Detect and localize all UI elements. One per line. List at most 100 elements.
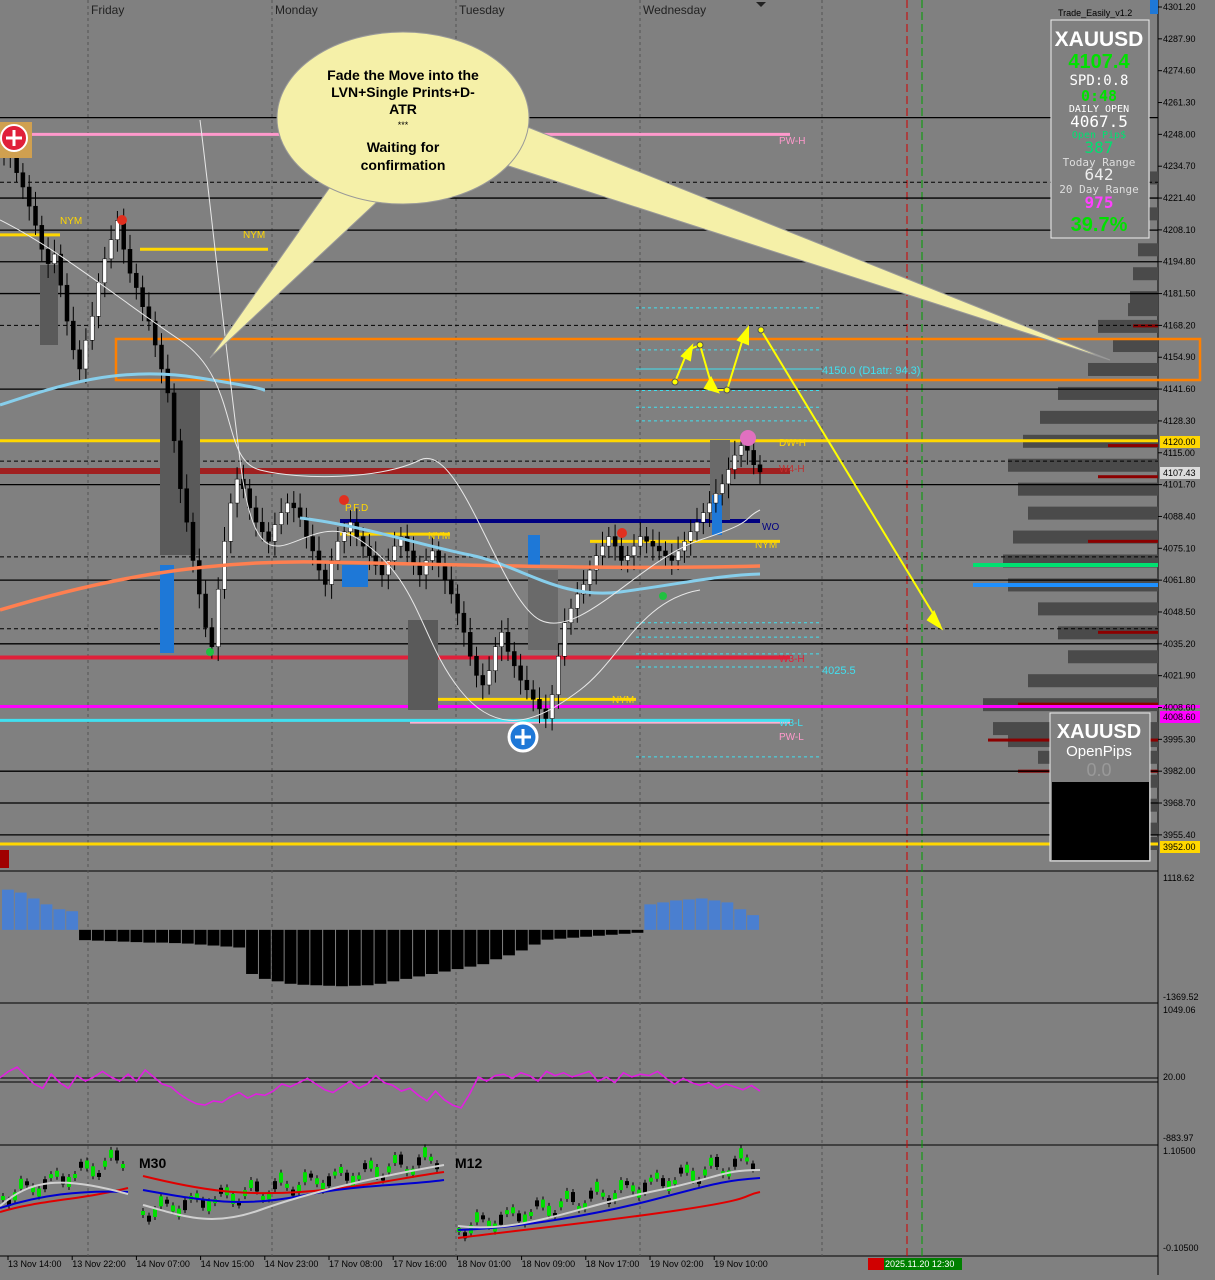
candle-body xyxy=(291,502,297,509)
candle-body xyxy=(89,316,95,341)
mtf-candle xyxy=(399,1154,403,1165)
info-panel[interactable]: Trade_Easily_v1.2 XAUUSD 4107.4 SPD:0.8 … xyxy=(1050,8,1150,239)
profile-bar xyxy=(1113,339,1158,353)
histogram-bar xyxy=(438,929,451,972)
histogram-bar xyxy=(220,929,233,947)
label-pwl: PW-L xyxy=(779,732,804,743)
histogram-bar xyxy=(464,929,477,967)
histogram-bar xyxy=(53,909,66,930)
candle-body xyxy=(461,612,467,633)
histogram-bar xyxy=(400,929,413,979)
mtf-panel xyxy=(0,1146,1158,1256)
mtf-candle xyxy=(601,1192,605,1197)
mtf-candle xyxy=(529,1212,533,1217)
candle-body xyxy=(442,565,448,580)
day-label-wednesday: Wednesday xyxy=(643,3,706,17)
footer-stamp: 2025.11.20 12:30 xyxy=(868,1258,962,1270)
candle-body xyxy=(726,469,731,485)
badge-4008: 4008.60 xyxy=(1163,712,1196,722)
candle-body xyxy=(45,249,51,264)
mtf-candle xyxy=(709,1157,713,1166)
candle-body xyxy=(285,502,290,513)
candle-body xyxy=(656,545,662,552)
mtf-candle xyxy=(171,1205,175,1212)
candle-body xyxy=(467,632,473,657)
callout-line-4: *** xyxy=(398,120,409,130)
mtf-candle xyxy=(739,1148,743,1159)
callout-line-6: confirmation xyxy=(361,157,446,173)
panel-today-range: 642 xyxy=(1085,165,1114,184)
day-label-monday: Monday xyxy=(275,3,318,17)
candle-body xyxy=(644,536,649,542)
histogram-bar xyxy=(618,929,631,934)
candle-body xyxy=(335,541,341,561)
candle-body xyxy=(83,340,89,370)
mtf-candle xyxy=(19,1178,23,1189)
info-panel-2[interactable]: XAUUSD OpenPips 0.0 xyxy=(1049,712,1151,862)
histo-tick-top: 1118.62 xyxy=(1163,873,1194,883)
histogram-bar xyxy=(708,900,721,930)
price-tick: 4061.80 xyxy=(1163,575,1196,585)
mtf-candle xyxy=(37,1188,41,1197)
mtf-candle xyxy=(267,1193,271,1200)
osc-tick-bottom: -883.97 xyxy=(1163,1133,1194,1143)
time-tick: 19 Nov 10:00 xyxy=(714,1259,768,1269)
candle-body xyxy=(228,502,234,542)
mtf-candle xyxy=(315,1178,319,1185)
candle-body xyxy=(549,694,555,719)
histogram-bar xyxy=(27,898,40,930)
histogram-axis: 1118.62 -1369.52 xyxy=(1163,873,1199,1002)
mtf-candle xyxy=(565,1190,569,1199)
price-tick: 3955.40 xyxy=(1163,830,1196,840)
mtf-candle xyxy=(55,1170,59,1177)
candle-body xyxy=(272,524,278,542)
callout-line-1: Fade the Move into the xyxy=(327,67,479,83)
candle-body xyxy=(178,440,183,489)
mtf-candle xyxy=(667,1180,671,1191)
panel-timer: 0:48 xyxy=(1081,87,1117,105)
candle-body xyxy=(719,483,725,494)
price-tick: 3982.00 xyxy=(1163,766,1196,776)
mtf-candle xyxy=(643,1182,647,1193)
mtf-candle xyxy=(115,1150,119,1161)
histogram-bar xyxy=(2,889,14,930)
histogram-bar xyxy=(117,929,130,942)
candle-body xyxy=(26,186,32,207)
candle-body xyxy=(58,253,63,286)
candle-body xyxy=(512,651,517,667)
candle-body xyxy=(39,225,45,250)
autoscroll-icon[interactable] xyxy=(1150,0,1158,14)
mtf-candle xyxy=(625,1181,629,1186)
candle-body xyxy=(96,282,101,317)
candle-body xyxy=(688,531,693,542)
label-datr-top: 4150.0 (D1atr: 94.3) xyxy=(822,365,920,377)
mtf-candle xyxy=(303,1172,307,1183)
mtf-candle xyxy=(387,1166,391,1173)
mtf-candle xyxy=(541,1199,545,1208)
label-wo: WO xyxy=(762,522,779,533)
candle-body xyxy=(71,320,76,351)
mtf-candle xyxy=(249,1180,253,1189)
mtf-tick-bottom: -0.10500 xyxy=(1163,1243,1199,1253)
candle-body xyxy=(108,239,114,260)
candle-body xyxy=(600,545,605,556)
label-dwh: DW-H xyxy=(779,438,806,449)
price-tick: 4208.10 xyxy=(1163,225,1196,235)
histogram-bar xyxy=(79,929,91,941)
price-tick: 4035.20 xyxy=(1163,639,1196,649)
mtf-candle xyxy=(631,1185,635,1192)
price-tick: 3995.30 xyxy=(1163,734,1196,744)
mtf-candle xyxy=(703,1169,707,1176)
candle-body xyxy=(165,368,171,394)
histogram-bar xyxy=(657,902,670,930)
candle-body xyxy=(556,656,561,695)
label-nym-3: NYM xyxy=(755,540,777,551)
mtf-candle xyxy=(207,1201,211,1212)
label-nym-1: NYM xyxy=(60,216,82,227)
histogram-bar xyxy=(670,900,682,930)
mtf-candle xyxy=(673,1180,677,1185)
price-tick: 4194.80 xyxy=(1163,257,1196,267)
mtf-candle xyxy=(273,1181,277,1190)
mtf-candle xyxy=(369,1160,373,1169)
candle-body xyxy=(297,507,303,518)
